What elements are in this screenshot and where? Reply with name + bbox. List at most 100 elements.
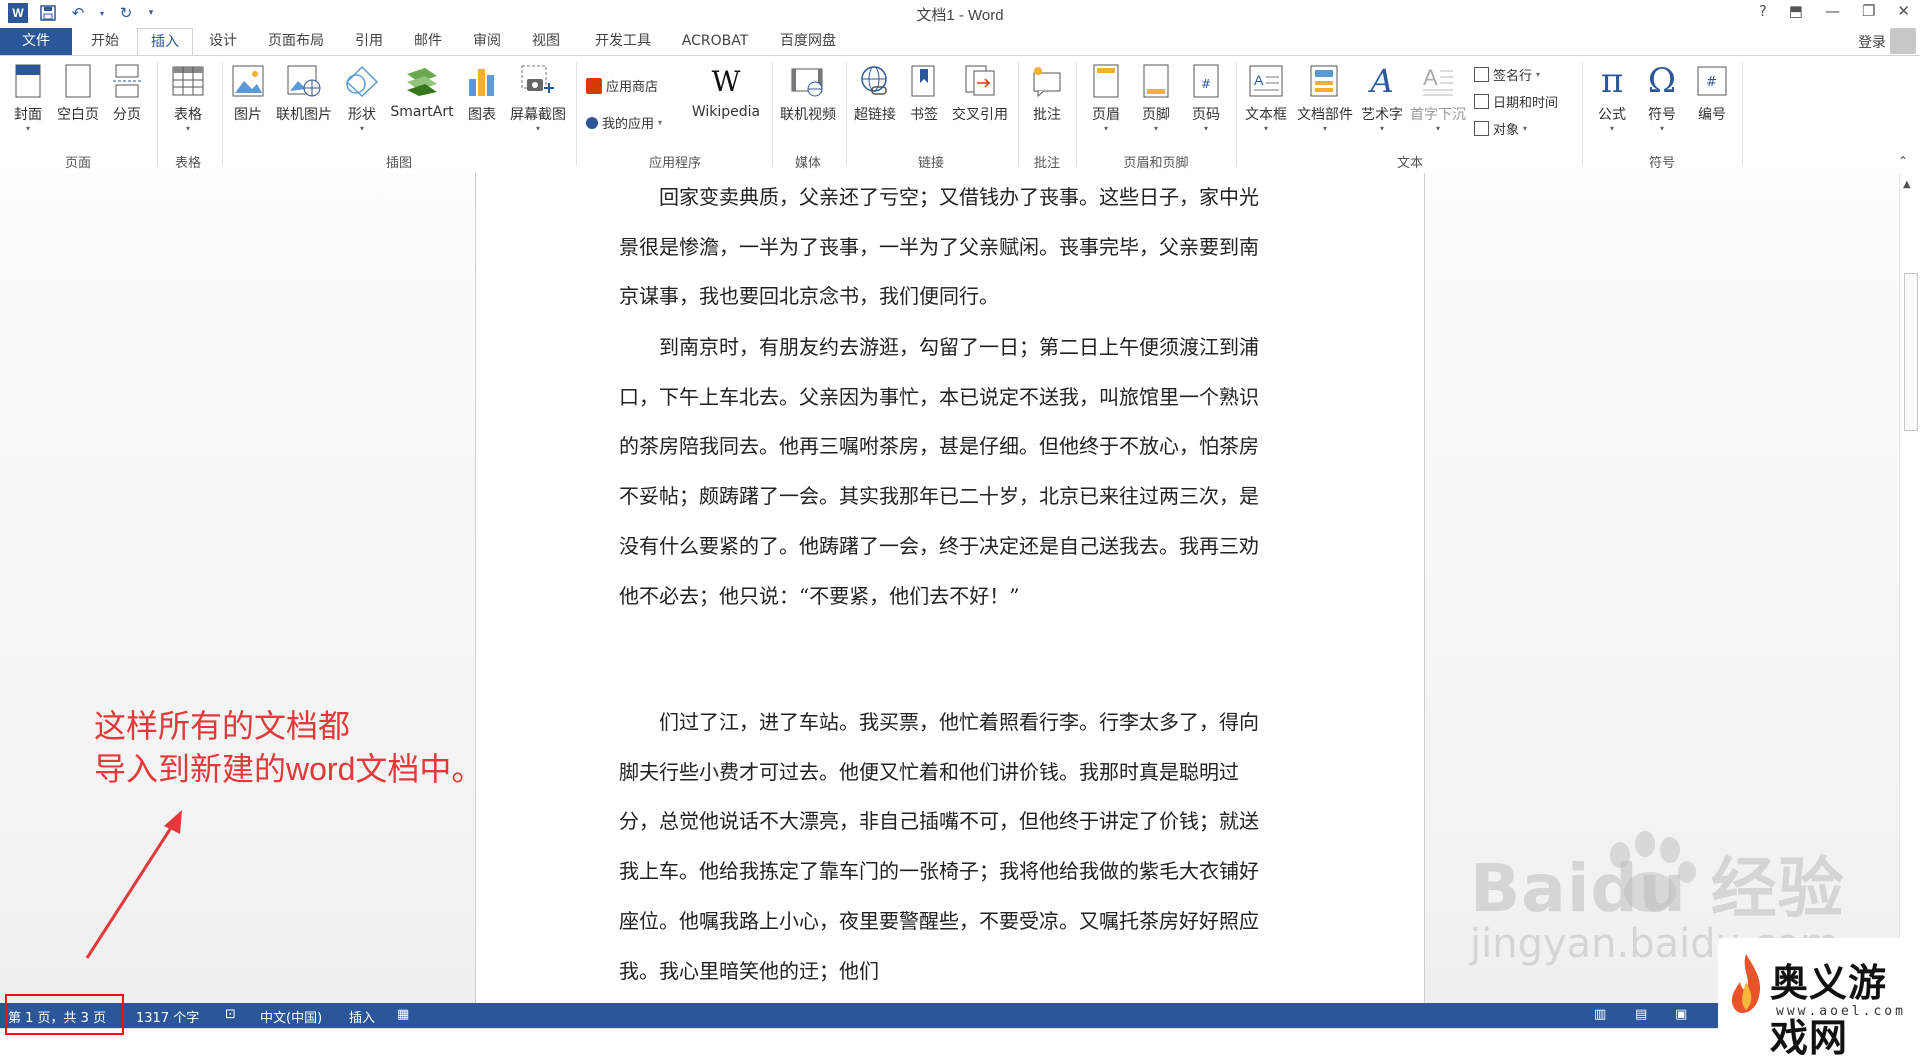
dropdown-icon: ▾ <box>1435 124 1440 133</box>
online-picture-label: 联机图片 <box>276 107 332 123</box>
annotation-text: 这样所有的文档都 导入到新建的word文档中。 <box>94 705 483 791</box>
tab-page-layout[interactable]: 页面布局 <box>258 28 334 55</box>
app-store-button[interactable]: 应用商店 <box>586 76 658 95</box>
annotation-line-1: 这样所有的文档都 <box>94 708 351 744</box>
tab-acrobat[interactable]: ACROBAT <box>673 28 757 55</box>
ribbon: 封面 ▾ 空白页 分页 页面 表格 ▾ 表格 图片 联机图片 形状 ▾ SmartAr… <box>0 55 1920 174</box>
footer-icon <box>1139 62 1173 100</box>
language-status[interactable]: 中文(中国) <box>260 1007 322 1026</box>
cover-page-button[interactable]: 封面 ▾ <box>8 62 48 134</box>
ribbon-tabs: 文件 开始 插入 设计 页面布局 引用 邮件 审阅 视图 开发工具 ACROBA… <box>0 28 1920 56</box>
group-label-text: 文本 <box>1396 156 1423 171</box>
my-apps-button[interactable]: 我的应用 ▾ <box>586 113 662 132</box>
quick-parts-button[interactable]: 文档部件 ▾ <box>1294 62 1356 134</box>
number-icon: # <box>1695 62 1729 100</box>
dropcap-button[interactable]: A 首字下沉 ▾ <box>1408 62 1468 134</box>
equation-label: 公式 <box>1598 107 1626 123</box>
login-link[interactable]: 登录 <box>1858 32 1886 52</box>
macro-record-icon[interactable]: ▦ <box>397 1007 409 1022</box>
scrollbar-thumb[interactable] <box>1904 273 1918 431</box>
tab-review[interactable]: 审阅 <box>464 28 510 55</box>
restore-button[interactable]: ❐ <box>1862 2 1875 20</box>
dropcap-label: 首字下沉 <box>1410 107 1466 123</box>
minimize-button[interactable]: — <box>1825 2 1840 20</box>
tab-developer[interactable]: 开发工具 <box>585 28 661 55</box>
textbox-label: 文本框 <box>1245 107 1287 123</box>
page-break-button[interactable]: 分页 <box>107 62 147 124</box>
header-button[interactable]: 页眉 ▾ <box>1086 62 1126 134</box>
watermark-brand-cn: 经验 <box>1710 850 1845 927</box>
dropdown-icon: ▾ <box>185 124 190 133</box>
taskbar-strip <box>0 1028 1920 1040</box>
store-icon <box>586 77 602 94</box>
dropdown-icon: ▾ <box>1523 124 1528 133</box>
vertical-scrollbar[interactable]: ▲ <box>1899 173 1920 1003</box>
chart-icon <box>465 62 499 100</box>
web-layout-icon[interactable]: ▣ <box>1675 1007 1687 1022</box>
read-mode-icon[interactable]: ▥ <box>1594 1007 1606 1022</box>
comment-icon <box>1030 62 1064 100</box>
insert-mode-status[interactable]: 插入 <box>349 1007 375 1026</box>
avatar[interactable] <box>1890 28 1916 54</box>
numbering-button[interactable]: # 编号 <box>1690 62 1734 124</box>
comment-button[interactable]: 批注 <box>1024 62 1070 124</box>
hyperlink-button[interactable]: 超链接 <box>850 62 900 124</box>
tab-file[interactable]: 文件 <box>0 28 72 55</box>
ribbon-display-button[interactable]: ⬒ <box>1789 2 1803 20</box>
tab-insert[interactable]: 插入 <box>137 28 193 56</box>
screenshot-button[interactable]: 屏幕截图 ▾ <box>505 62 571 134</box>
print-layout-icon[interactable]: ▤ <box>1635 1007 1647 1022</box>
baidu-paw-icon <box>1610 831 1696 912</box>
online-video-button[interactable]: 联机视频 <box>776 62 840 124</box>
table-button[interactable]: 表格 ▾ <box>166 62 210 134</box>
symbol-button[interactable]: Ω 符号 ▾ <box>1640 61 1684 134</box>
signature-line-button[interactable]: 签名行 ▾ <box>1474 65 1540 84</box>
document-paragraph: 们过了江，进了车站。我买票，他忙着照看行李。行李太多了，得向脚夫行些小费才可过去… <box>619 710 1259 983</box>
shapes-button[interactable]: 形状 ▾ <box>342 62 382 134</box>
symbol-label: 符号 <box>1648 107 1676 123</box>
bookmark-icon <box>907 62 941 100</box>
group-label-apps: 应用程序 <box>648 156 701 171</box>
online-picture-button[interactable]: 联机图片 <box>272 62 336 124</box>
date-time-button[interactable]: 日期和时间 <box>1474 92 1558 111</box>
dropdown-icon: ▾ <box>1659 124 1664 133</box>
help-button[interactable]: ? <box>1759 2 1767 20</box>
tab-view[interactable]: 视图 <box>523 28 569 55</box>
tab-references[interactable]: 引用 <box>346 28 392 55</box>
group-divider <box>157 62 158 166</box>
textbox-button[interactable]: A 文本框 ▾ <box>1240 62 1292 134</box>
highlight-box <box>5 994 124 1035</box>
group-label-header-footer: 页眉和页脚 <box>1123 156 1189 171</box>
page-break-label: 分页 <box>113 107 141 123</box>
wordart-button[interactable]: A 艺术字 ▾ <box>1358 62 1406 134</box>
close-button[interactable]: ✕ <box>1897 2 1910 20</box>
group-divider <box>222 62 223 166</box>
collapse-ribbon-icon[interactable]: ⌃ <box>1898 154 1908 168</box>
smartart-button[interactable]: SmartArt <box>386 62 458 120</box>
group-divider <box>1236 62 1237 166</box>
picture-button[interactable]: 图片 <box>228 62 268 124</box>
word-count-status[interactable]: 1317 个字 <box>136 1007 199 1026</box>
wikipedia-button[interactable]: W Wikipedia <box>688 62 764 121</box>
document-paragraph: 到南京时，有朋友约去游逛，勾留了一日；第二日上午便须渡江到浦口，下午上车北去。父… <box>619 335 1259 608</box>
footer-button[interactable]: 页脚 ▾ <box>1136 62 1176 134</box>
document-page[interactable]: 回家变卖典质，父亲还了亏空；又借钱办了丧事。这些日子，家中光景很是惨澹，一半为了… <box>475 173 1425 1003</box>
tab-mailings[interactable]: 邮件 <box>405 28 451 55</box>
proofing-icon[interactable]: ⊡ <box>225 1007 236 1022</box>
blank-page-button[interactable]: 空白页 <box>55 62 101 124</box>
screenshot-label: 屏幕截图 <box>510 107 566 123</box>
header-icon <box>1089 62 1123 100</box>
page-number-button[interactable]: # 页码 ▾ <box>1186 62 1226 134</box>
cross-reference-button[interactable]: 交叉引用 <box>948 62 1012 124</box>
object-button[interactable]: 对象 ▾ <box>1474 119 1527 138</box>
tab-home[interactable]: 开始 <box>80 28 130 55</box>
tab-baidu-netdisk[interactable]: 百度网盘 <box>770 28 846 55</box>
chart-button[interactable]: 图表 <box>462 62 502 124</box>
group-divider <box>576 62 577 166</box>
tab-design[interactable]: 设计 <box>200 28 246 55</box>
bookmark-button[interactable]: 书签 <box>904 62 944 124</box>
omega-icon: Ω <box>1647 61 1677 101</box>
equation-button[interactable]: π 公式 ▾ <box>1590 61 1634 134</box>
scroll-up-icon[interactable]: ▲ <box>1903 179 1911 190</box>
cross-reference-label: 交叉引用 <box>952 107 1008 123</box>
